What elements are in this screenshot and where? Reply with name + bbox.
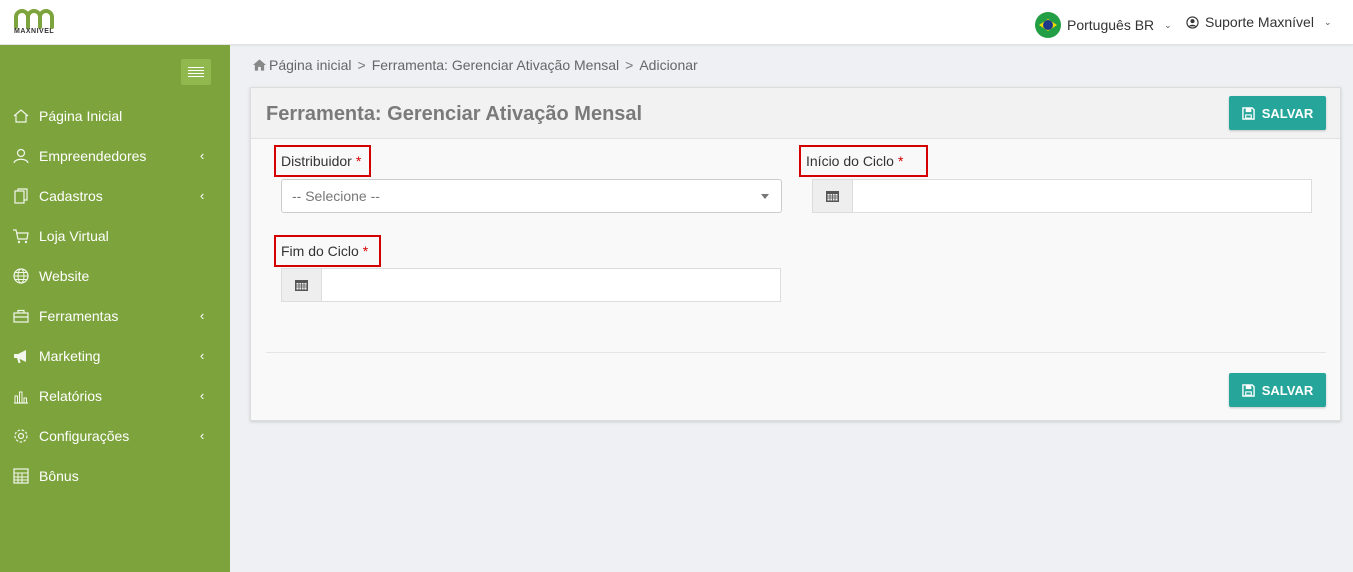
inicio-ciclo-input[interactable] [852, 179, 1312, 213]
user-name: Suporte Maxnível [1205, 14, 1314, 30]
sidebar-item-label: Configurações [39, 428, 130, 444]
save-label: SALVAR [1261, 382, 1314, 398]
gear-icon [12, 427, 30, 445]
fim-ciclo-input[interactable] [321, 268, 781, 302]
page-title: Ferramenta: Gerenciar Ativação Mensal [266, 103, 643, 125]
save-button-top[interactable]: SALVAR [1229, 96, 1326, 130]
home-icon [253, 59, 266, 71]
select-placeholder: -- Selecione -- [292, 188, 380, 204]
sidebar-item-label: Página Inicial [39, 108, 123, 124]
user-circle-icon [1186, 15, 1199, 29]
bar-chart-icon [12, 387, 30, 405]
fim-ciclo-label: Fim do Ciclo * [274, 235, 381, 267]
form-panel: Ferramenta: Gerenciar Ativação Mensal SA… [250, 87, 1341, 421]
sidebar-item-cadastros[interactable]: Cadastros ‹ [0, 176, 230, 216]
sidebar-item-label: Website [39, 268, 90, 284]
save-button-bottom[interactable]: SALVAR [1229, 373, 1326, 407]
chevron-left-icon: ‹ [200, 188, 205, 203]
chevron-left-icon: ‹ [200, 388, 205, 403]
sidebar-item-website[interactable]: Website [0, 256, 230, 296]
toolbox-icon [12, 307, 30, 325]
logo-text: MAXNIVEL [14, 28, 55, 35]
sidebar-item-bonus[interactable]: Bônus [0, 456, 230, 496]
breadcrumb-separator: > [357, 57, 366, 73]
sidebar: Página Inicial Empreendedores ‹ Cadastros ‹ L… [0, 45, 230, 572]
chevron-left-icon: ‹ [200, 348, 205, 363]
sidebar-item-label: Bônus [39, 468, 79, 484]
sidebar-item-label: Relatórios [39, 388, 103, 404]
sidebar-item-label: Empreendedores [39, 148, 147, 164]
cart-icon [12, 227, 30, 245]
brazil-flag-icon [1035, 12, 1061, 38]
sidebar-item-empreendedores[interactable]: Empreendedores ‹ [0, 136, 230, 176]
sidebar-menu: Página Inicial Empreendedores ‹ Cadastros ‹ L… [0, 96, 230, 496]
breadcrumb-home[interactable]: Página inicial [269, 57, 352, 73]
user-icon [12, 147, 30, 165]
distribuidor-label: Distribuidor * [274, 145, 371, 177]
floppy-disk-icon [1241, 106, 1255, 120]
chevron-down-icon: ⌄ [1164, 19, 1172, 30]
sidebar-item-pagina-inicial[interactable]: Página Inicial [0, 96, 230, 136]
floppy-disk-icon [1241, 383, 1255, 397]
sidebar-item-marketing[interactable]: Marketing ‹ [0, 336, 230, 376]
breadcrumb-tool[interactable]: Ferramenta: Gerenciar Ativação Mensal [372, 57, 619, 73]
sidebar-item-loja-virtual[interactable]: Loja Virtual [0, 216, 230, 256]
form-divider [266, 352, 1326, 353]
breadcrumb-current: Adicionar [639, 57, 698, 73]
panel-header: Ferramenta: Gerenciar Ativação Mensal SA… [251, 88, 1340, 139]
fim-ciclo-group [281, 268, 781, 302]
breadcrumb-separator: > [625, 57, 634, 73]
globe-icon [12, 267, 30, 285]
sidebar-item-label: Ferramentas [39, 308, 119, 324]
sidebar-item-label: Cadastros [39, 188, 103, 204]
sidebar-item-label: Loja Virtual [39, 228, 109, 244]
megaphone-icon [12, 347, 30, 365]
sidebar-item-configuracoes[interactable]: Configurações ‹ [0, 416, 230, 456]
user-menu[interactable]: Suporte Maxnível ⌄ [1186, 12, 1332, 32]
language-selector[interactable]: Português BR ⌄ [1035, 12, 1172, 38]
chevron-down-icon: ⌄ [1323, 16, 1332, 27]
calculator-icon [12, 467, 30, 485]
inicio-ciclo-group [812, 179, 1312, 213]
calendar-icon[interactable] [812, 179, 852, 213]
home-icon [12, 107, 30, 125]
chevron-left-icon: ‹ [200, 428, 205, 443]
sidebar-item-label: Marketing [39, 348, 101, 364]
save-label: SALVAR [1261, 105, 1314, 121]
chevron-left-icon: ‹ [200, 308, 205, 323]
caret-down-icon [761, 194, 769, 199]
sidebar-item-ferramentas[interactable]: Ferramentas ‹ [0, 296, 230, 336]
chevron-left-icon: ‹ [200, 148, 205, 163]
menu-toggle-button[interactable] [181, 59, 211, 85]
top-bar: MAXNIVEL Português BR ⌄ Suporte Maxnível… [0, 0, 1353, 45]
documents-icon [12, 187, 30, 205]
distribuidor-select[interactable]: -- Selecione -- [281, 179, 782, 213]
language-label: Português BR [1067, 17, 1155, 33]
breadcrumb: Página inicial > Ferramenta: Gerenciar A… [253, 57, 698, 73]
inicio-ciclo-label: Início do Ciclo * [799, 145, 928, 177]
sidebar-item-relatorios[interactable]: Relatórios ‹ [0, 376, 230, 416]
calendar-icon[interactable] [281, 268, 321, 302]
